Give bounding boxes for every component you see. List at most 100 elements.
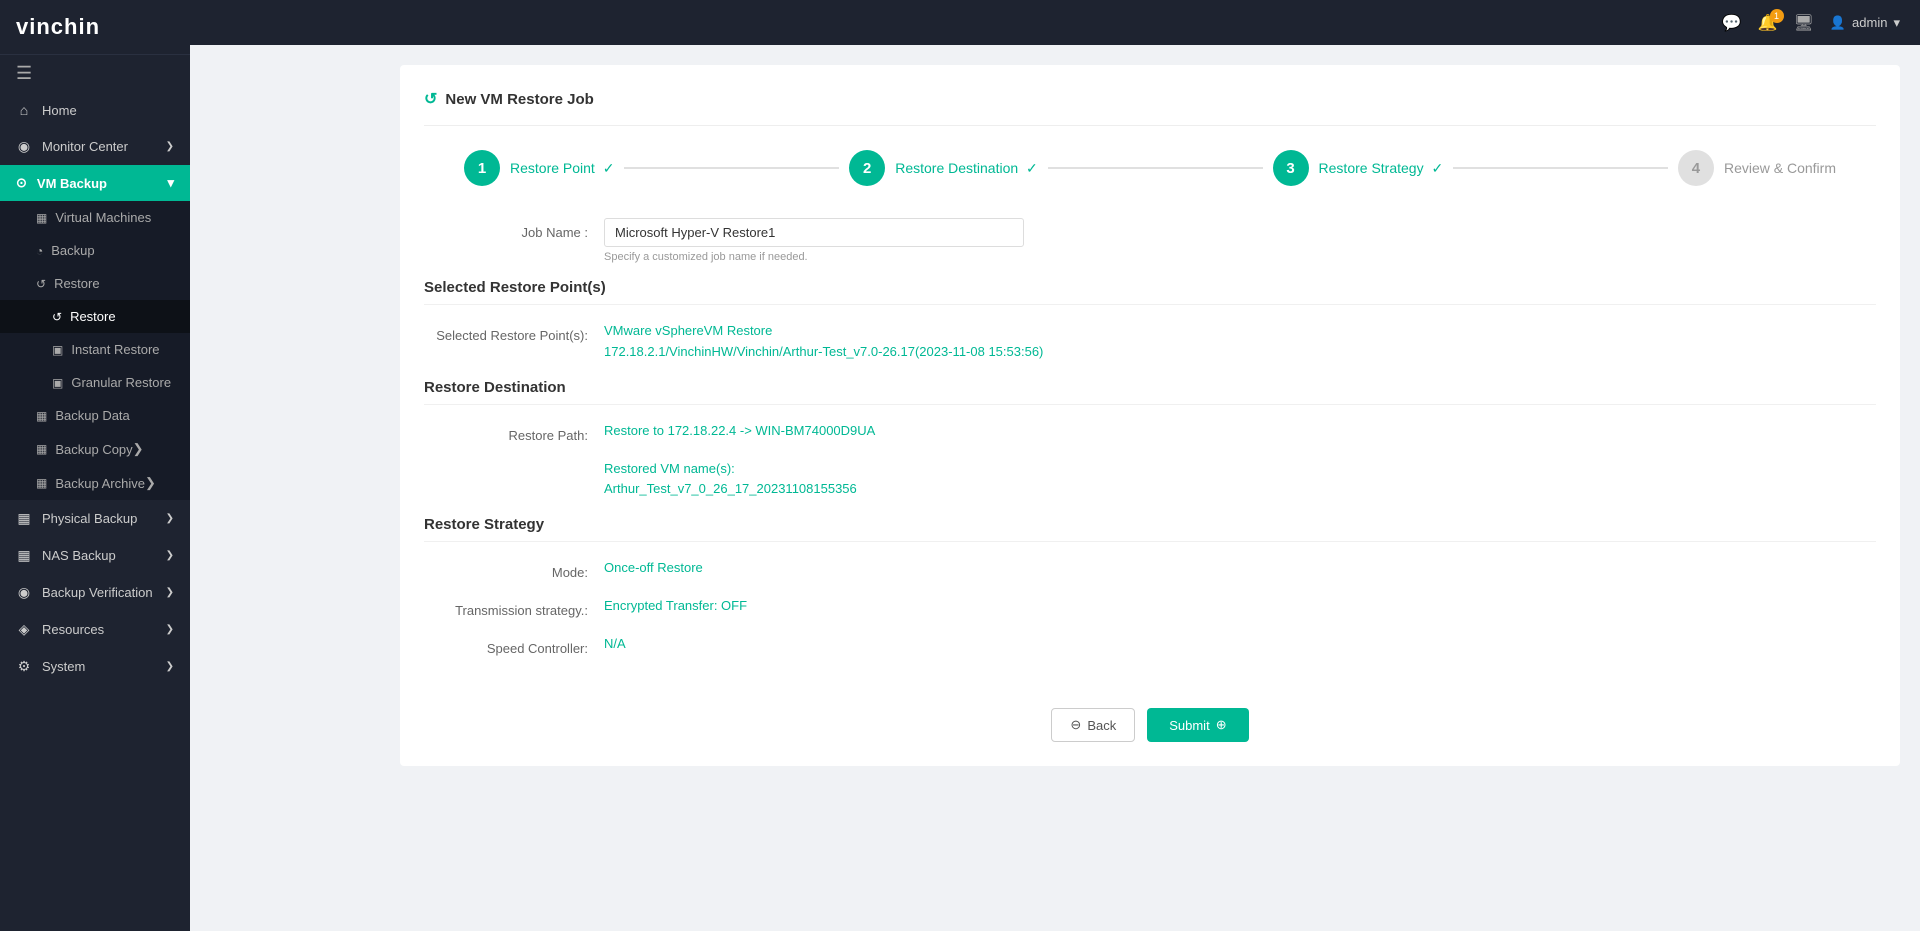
transmission-label: Transmission strategy.:	[424, 596, 604, 618]
user-icon: 👤	[1830, 15, 1846, 31]
submit-icon: ⊕	[1216, 717, 1227, 733]
step-circle-4: 4	[1678, 150, 1714, 186]
instant-restore-icon: ▣	[52, 343, 63, 357]
restored-vm-name-text: Arthur_Test_v7_0_26_17_20231108155356	[604, 479, 1876, 500]
restore-path-value: Restore to 172.18.22.4 -> WIN-BM74000D9U…	[604, 421, 1876, 442]
speed-row: Speed Controller: N/A	[424, 634, 1876, 656]
sidebar-item-monitor-center[interactable]: ◉ Monitor Center ❯	[0, 128, 190, 165]
resources-icon: ◈	[16, 621, 32, 638]
user-dropdown-icon: ▾	[1893, 15, 1900, 31]
granular-restore-icon: ▣	[52, 376, 63, 390]
step-circle-3: 3	[1273, 150, 1309, 186]
notifications-icon[interactable]: 🔔 1	[1758, 13, 1778, 33]
restore-path-label: Restore Path:	[424, 421, 604, 443]
restore-points-value: VMware vSphereVM Restore 172.18.2.1/Vinc…	[604, 321, 1876, 363]
step-divider-3	[1453, 167, 1668, 169]
restore-path-row: Restore Path: Restore to 172.18.22.4 -> …	[424, 421, 1876, 443]
sidebar-item-backup-archive[interactable]: ▦ Backup Archive ❯	[0, 466, 190, 500]
chevron-right-icon: ❯	[166, 141, 174, 152]
sidebar-item-instant-restore[interactable]: ▣ Instant Restore	[0, 333, 190, 366]
step-label-3: Restore Strategy ✓	[1319, 160, 1444, 177]
backup-data-icon: ▦	[36, 409, 47, 423]
chevron-right-icon: ❯	[166, 587, 174, 598]
sidebar-item-granular-restore[interactable]: ▣ Granular Restore	[0, 366, 190, 399]
sidebar-item-nas-backup[interactable]: ▦ NAS Backup ❯	[0, 537, 190, 574]
backup-verification-icon: ◉	[16, 584, 32, 601]
transmission-row: Transmission strategy.: Encrypted Transf…	[424, 596, 1876, 618]
job-name-input[interactable]	[604, 218, 1024, 247]
mode-label: Mode:	[424, 558, 604, 580]
chevron-right-icon: ❯	[166, 661, 174, 672]
back-button[interactable]: ⊖ Back	[1051, 708, 1135, 742]
submit-button[interactable]: Submit ⊕	[1147, 708, 1248, 742]
wizard-step-4[interactable]: 4 Review & Confirm	[1678, 150, 1836, 186]
sidebar-item-backup-verification[interactable]: ◉ Backup Verification ❯	[0, 574, 190, 611]
step-label-1: Restore Point ✓	[510, 160, 614, 177]
job-name-label: Job Name :	[424, 218, 604, 240]
vm-backup-icon: ⊙	[16, 175, 27, 191]
job-name-value: Specify a customized job name if needed.	[604, 218, 1876, 263]
sidebar-item-virtual-machines[interactable]: ▦ Virtual Machines	[0, 201, 190, 234]
step-circle-2: 2	[849, 150, 885, 186]
sidebar-item-system[interactable]: ⚙ System ❯	[0, 648, 190, 685]
restore-destination-title: Restore Destination	[424, 379, 1876, 405]
step-check-1: ✓	[603, 160, 615, 176]
virtual-machines-icon: ▦	[36, 211, 47, 225]
restore-point-line1: VMware vSphereVM Restore	[604, 321, 1876, 342]
notification-badge: 1	[1770, 9, 1784, 23]
sidebar-item-physical-backup[interactable]: ▦ Physical Backup ❯	[0, 500, 190, 537]
mode-row: Mode: Once-off Restore	[424, 558, 1876, 580]
speed-label: Speed Controller:	[424, 634, 604, 656]
action-bar: ⊖ Back Submit ⊕	[424, 688, 1876, 742]
sidebar-item-restore[interactable]: ↺ Restore	[0, 300, 190, 333]
wizard-steps: 1 Restore Point ✓ 2 Restore Destination …	[424, 150, 1876, 186]
user-menu[interactable]: 👤 admin ▾	[1830, 15, 1900, 31]
step-divider-2	[1048, 167, 1263, 169]
restored-vm-name-row: Restored VM name(s): Arthur_Test_v7_0_26…	[424, 459, 1876, 501]
topbar: 💬 🔔 1 🖥 👤 admin ▾	[190, 0, 1920, 45]
chevron-right-icon: ❯	[166, 624, 174, 635]
logo-area: vinchin	[0, 0, 190, 55]
wizard-step-2[interactable]: 2 Restore Destination ✓	[849, 150, 1038, 186]
restored-vm-name-value: Restored VM name(s): Arthur_Test_v7_0_26…	[604, 459, 1876, 501]
nas-backup-icon: ▦	[16, 547, 32, 564]
backup-icon: ◔	[36, 244, 43, 258]
back-icon: ⊖	[1070, 717, 1081, 733]
sidebar-toggle[interactable]: ☰	[0, 55, 190, 92]
sidebar-item-restore-group[interactable]: ↺ Restore	[0, 267, 190, 300]
main-content: ↺ New VM Restore Job 1 Restore Point ✓ 2…	[380, 45, 1920, 931]
restored-vm-name-label	[424, 459, 604, 466]
restore-group-icon: ↺	[36, 277, 46, 291]
sidebar-item-vm-backup[interactable]: ⊙ VM Backup ▾	[0, 165, 190, 201]
step-label-2: Restore Destination ✓	[895, 160, 1038, 177]
sidebar-item-resources[interactable]: ◈ Resources ❯	[0, 611, 190, 648]
transmission-text: Encrypted Transfer: OFF	[604, 596, 1876, 617]
sidebar-item-home[interactable]: ⌂ Home	[0, 92, 190, 128]
restore-path-text: Restore to 172.18.22.4 -> WIN-BM74000D9U…	[604, 421, 1876, 442]
speed-text: N/A	[604, 634, 1876, 655]
step-check-2: ✓	[1026, 160, 1038, 176]
chevron-right-icon: ❯	[145, 475, 156, 491]
restored-vm-name-subtitle: Restored VM name(s):	[604, 459, 1876, 480]
mode-text: Once-off Restore	[604, 558, 1876, 579]
job-name-row: Job Name : Specify a customized job name…	[424, 218, 1876, 263]
speed-value: N/A	[604, 634, 1876, 655]
sidebar-item-backup-copy[interactable]: ▦ Backup Copy ❯	[0, 432, 190, 466]
logo: vinchin	[16, 14, 100, 40]
step-label-4: Review & Confirm	[1724, 160, 1836, 176]
sidebar-item-backup[interactable]: ◔ Backup	[0, 234, 190, 267]
wizard-step-1[interactable]: 1 Restore Point ✓	[464, 150, 614, 186]
display-icon[interactable]: 🖥	[1794, 13, 1814, 33]
sidebar-item-backup-data[interactable]: ▦ Backup Data	[0, 399, 190, 432]
system-icon: ⚙	[16, 658, 32, 675]
chevron-right-icon: ❯	[166, 513, 174, 524]
chevron-right-icon: ❯	[166, 550, 174, 561]
step-check-3: ✓	[1431, 160, 1443, 176]
home-icon: ⌂	[16, 102, 32, 118]
messages-icon[interactable]: 💬	[1722, 13, 1742, 33]
step-divider-1	[624, 167, 839, 169]
chevron-down-icon: ▾	[167, 175, 174, 191]
wizard-step-3[interactable]: 3 Restore Strategy ✓	[1273, 150, 1444, 186]
restore-points-label: Selected Restore Point(s):	[424, 321, 604, 343]
restore-points-row: Selected Restore Point(s): VMware vSpher…	[424, 321, 1876, 363]
